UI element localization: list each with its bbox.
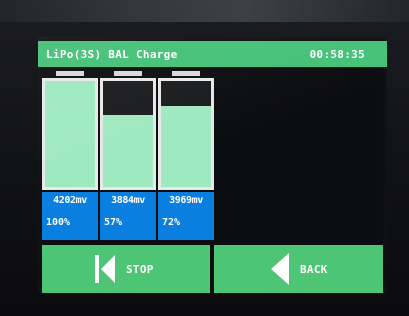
battery-body [158, 78, 214, 190]
battery-inner [45, 81, 95, 187]
cell-2: 3884mv 57% [100, 71, 156, 273]
cell-1: 4202mv 100% [42, 71, 98, 273]
battery-body [100, 78, 156, 190]
cell-voltage: 4202mv [53, 195, 87, 206]
battery-body [42, 78, 98, 190]
battery-cap [172, 71, 200, 76]
action-bar: STOP BACK [42, 245, 383, 293]
cell-percent: 72% [162, 217, 181, 228]
cell-percent: 57% [104, 217, 123, 228]
charge-mode-title: LiPo(3S) BAL Charge [46, 47, 178, 61]
stop-label: STOP [126, 262, 154, 276]
cell-info: 3884mv 57% [100, 192, 156, 240]
cell-voltage: 3884mv [111, 195, 145, 206]
stop-button[interactable]: STOP [42, 245, 210, 293]
back-label: BACK [300, 262, 328, 276]
battery-cap [114, 71, 142, 76]
back-button[interactable]: BACK [214, 245, 383, 293]
battery-inner [161, 81, 211, 187]
cell-info: 3969mv 72% [158, 192, 214, 240]
bezel-highlight [0, 0, 409, 22]
skip-to-start-icon [94, 254, 116, 284]
battery-fill [161, 106, 211, 187]
cell-voltage: 3969mv [169, 195, 203, 206]
battery-cap [56, 71, 84, 76]
cell-3: 3969mv 72% [158, 71, 214, 273]
battery-fill [45, 81, 95, 187]
cell-percent: 100% [46, 217, 71, 228]
battery-inner [103, 81, 153, 187]
cell-info: 4202mv 100% [42, 192, 98, 240]
back-arrow-icon [270, 252, 290, 286]
charger-screen: LiPo(3S) BAL Charge 00:58:35 4202mv 100% [38, 37, 387, 293]
battery-fill [103, 114, 153, 187]
cell-panel: 4202mv 100% 3884mv 57% 3969mv 72% [42, 71, 214, 273]
status-header: LiPo(3S) BAL Charge 00:58:35 [38, 41, 387, 67]
elapsed-timer: 00:58:35 [309, 47, 365, 61]
